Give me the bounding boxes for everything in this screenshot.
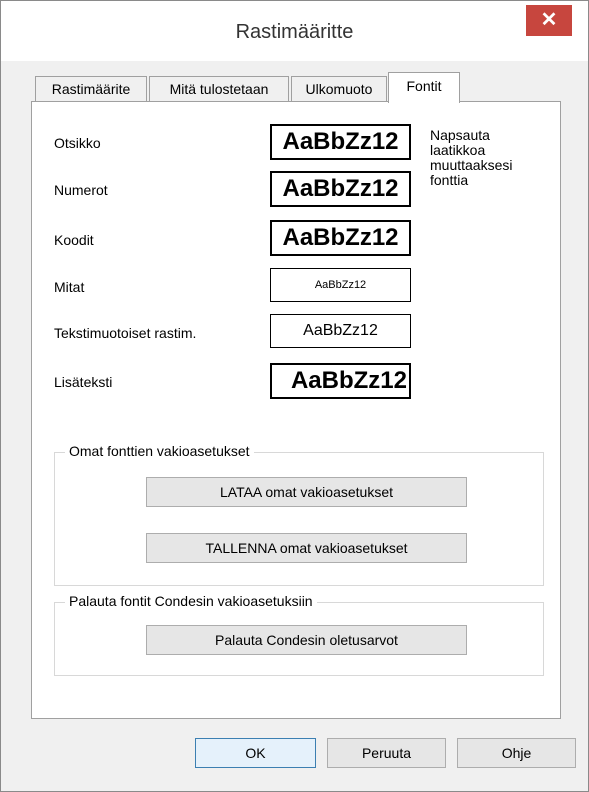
font-sample-numerot[interactable]: AaBbZz12 xyxy=(270,171,411,207)
tab-fontit[interactable]: Fontit xyxy=(388,72,460,103)
own-defaults-legend: Omat fonttien vakioasetukset xyxy=(65,443,254,459)
save-own-defaults-button[interactable]: TALLENNA omat vakioasetukset xyxy=(146,533,467,563)
cancel-button[interactable]: Peruuta xyxy=(327,738,446,768)
restore-condes-defaults-button[interactable]: Palauta Condesin oletusarvot xyxy=(146,625,467,655)
font-label-tekstimuotoiset: Tekstimuotoiset rastim. xyxy=(54,325,197,341)
font-label-lisateksti: Lisäteksti xyxy=(54,374,113,390)
font-sample-koodit[interactable]: AaBbZz12 xyxy=(270,220,411,256)
close-button[interactable]: ✕ xyxy=(526,5,572,36)
load-own-defaults-button[interactable]: LATAA omat vakioasetukset xyxy=(146,477,467,507)
restore-defaults-legend: Palauta fontit Condesin vakioasetuksiin xyxy=(65,593,317,609)
fonts-tab-panel: Otsikko AaBbZz12 Numerot AaBbZz12 Koodit… xyxy=(31,101,561,719)
dialog-window: Rastimääritte ✕ Rastimäärite Mitä tulost… xyxy=(0,0,589,792)
font-label-mitat: Mitat xyxy=(54,279,85,295)
font-sample-otsikko[interactable]: AaBbZz12 xyxy=(270,124,411,160)
tab-rastimaarite[interactable]: Rastimäärite xyxy=(35,76,147,101)
dialog-client-area: Rastimäärite Mitä tulostetaan Ulkomuoto … xyxy=(1,61,588,791)
font-label-koodit: Koodit xyxy=(54,232,94,248)
tab-ulkomuoto[interactable]: Ulkomuoto xyxy=(291,76,387,101)
font-label-numerot: Numerot xyxy=(54,182,108,198)
tab-mita-tulostetaan[interactable]: Mitä tulostetaan xyxy=(149,76,289,101)
title-bar[interactable]: Rastimääritte ✕ xyxy=(1,1,588,61)
ok-button[interactable]: OK xyxy=(195,738,316,768)
window-title: Rastimääritte xyxy=(235,21,354,43)
font-sample-lisateksti[interactable]: AaBbZz12 xyxy=(270,363,411,399)
font-hint-text: Napsauta laatikkoa muuttaaksesi fonttia xyxy=(430,127,513,188)
font-sample-tekstimuotoiset[interactable]: AaBbZz12 xyxy=(270,314,411,348)
own-defaults-group: Omat fonttien vakioasetukset xyxy=(54,443,544,586)
help-button[interactable]: Ohje xyxy=(457,738,576,768)
font-sample-mitat[interactable]: AaBbZz12 xyxy=(270,268,411,302)
font-label-otsikko: Otsikko xyxy=(54,135,101,151)
